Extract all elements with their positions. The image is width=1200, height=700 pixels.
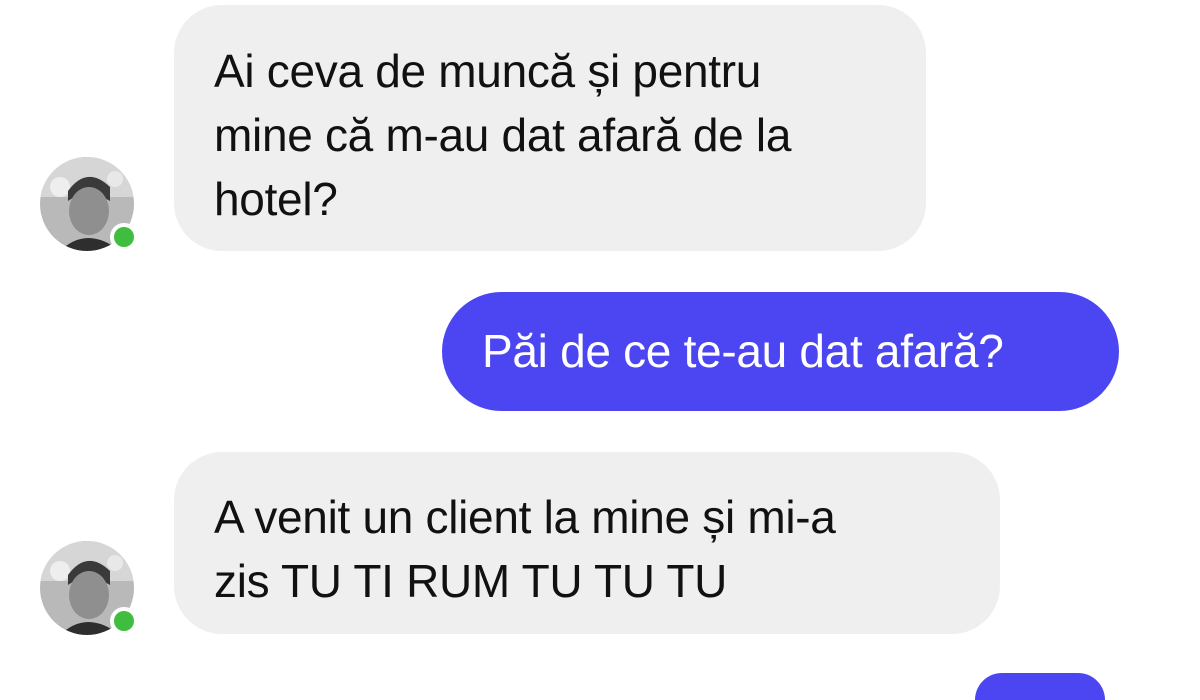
contact-avatar[interactable] [40,157,138,251]
contact-avatar[interactable] [40,541,138,635]
message-bubble-outgoing-partial[interactable] [975,673,1105,700]
message-bubble-incoming[interactable]: Ai ceva de muncă și pentru mine că m-au … [174,5,926,251]
message-line: hotel? [214,173,338,225]
message-line: Păi de ce te-au dat afară? [482,325,1004,377]
message-line: A venit un client la mine și mi-a [214,491,836,543]
message-line: zis TU TI RUM TU TU TU [214,555,728,607]
chat-thread: Ai ceva de muncă și pentru mine că m-au … [0,0,1200,700]
message-line: mine că m-au dat afară de la [214,109,792,161]
message-bubble-outgoing[interactable]: Păi de ce te-au dat afară? [442,292,1119,411]
message-line: Ai ceva de muncă și pentru [214,45,762,97]
online-status-indicator [110,607,138,635]
online-status-indicator [110,223,138,251]
message-bubble-incoming[interactable]: A venit un client la mine și mi-a zis TU… [174,452,1000,634]
